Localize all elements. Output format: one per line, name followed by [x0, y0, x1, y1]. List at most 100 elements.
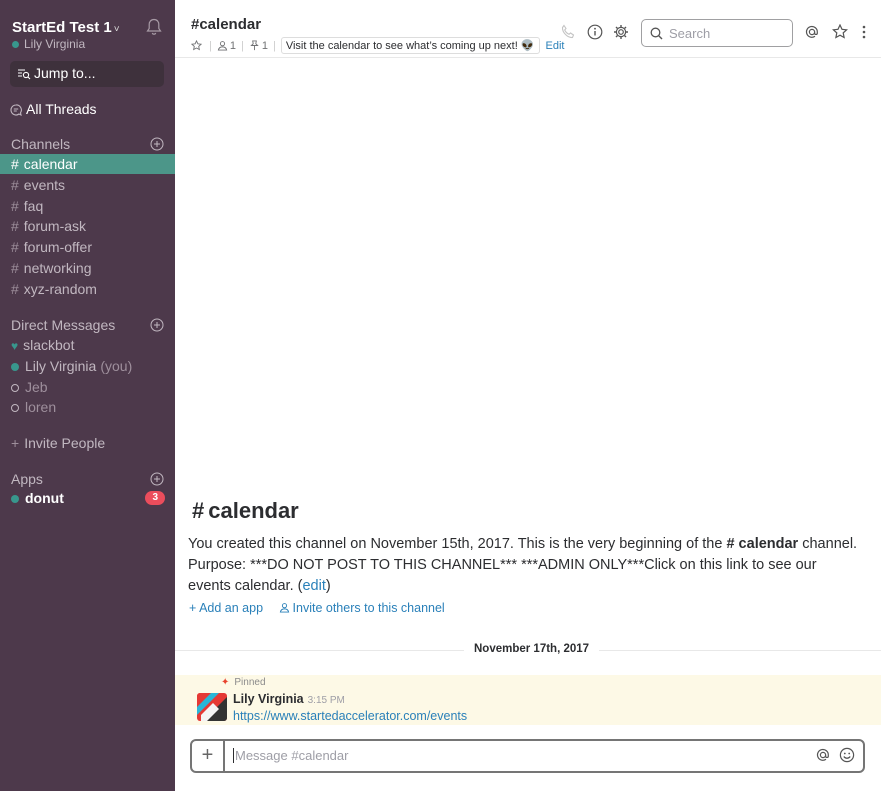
intro-close-paren: ) — [325, 578, 331, 594]
message-link[interactable]: https://www.startedaccelerator.com/event… — [233, 709, 467, 723]
pinned-text: Pinned — [234, 677, 266, 688]
presence-active-icon — [12, 41, 19, 48]
sidebar-item-forum-ask[interactable]: # forum-ask — [0, 216, 175, 236]
presence-away-icon — [11, 404, 19, 412]
direct-messages-header[interactable]: Direct Messages — [11, 317, 115, 333]
search-input[interactable]: Search — [641, 19, 793, 47]
hash-icon: # — [11, 260, 19, 276]
sidebar-item-xyz-random[interactable]: # xyz-random — [0, 279, 175, 299]
edit-purpose-link[interactable]: edit — [302, 578, 325, 594]
channel-name: events — [23, 176, 66, 193]
jump-search-icon — [18, 69, 31, 80]
all-threads-link[interactable]: All Threads — [10, 101, 97, 117]
presence-active-icon — [11, 495, 19, 503]
jump-to-button[interactable]: Jump to... — [10, 61, 164, 87]
sidebar-item-calendar[interactable]: # calendar — [0, 154, 175, 174]
invite-others-link[interactable]: Invite others to this channel — [279, 601, 445, 615]
dm-name: loren — [25, 399, 57, 415]
jump-to-label: Jump to... — [34, 65, 96, 81]
sidebar-item-forum-offer[interactable]: # forum-offer — [0, 237, 175, 257]
app-name: donut — [25, 490, 64, 506]
pinned-count[interactable]: 1 — [262, 40, 268, 52]
channel-name: forum-offer — [23, 239, 93, 256]
members-count[interactable]: 1 — [230, 40, 236, 52]
date-divider: November 17th, 2017 — [464, 643, 600, 655]
sender-name[interactable]: Lily Virginia — [233, 692, 304, 706]
channel-name: calendar — [23, 156, 78, 172]
add-app-label: Add an app — [199, 601, 264, 615]
current-user[interactable]: Lily Virginia — [12, 37, 85, 51]
star-icon[interactable] — [832, 24, 848, 40]
invite-others-label: Invite others to this channel — [292, 601, 445, 615]
message-composer[interactable]: + Message #calendar — [190, 739, 865, 773]
add-channel-icon[interactable] — [150, 137, 164, 151]
add-app-icon[interactable] — [150, 472, 164, 486]
app-item-donut[interactable]: donut 3 — [0, 488, 175, 508]
bell-icon[interactable] — [146, 18, 162, 36]
dm-name: slackbot — [23, 337, 75, 353]
search-icon — [650, 27, 663, 40]
channel-name: networking — [23, 260, 92, 276]
channel-name: xyz-random — [23, 280, 97, 297]
dm-item-slackbot[interactable]: ♥ slackbot — [0, 335, 175, 355]
at-mentions-icon[interactable] — [804, 24, 820, 40]
sidebar-item-faq[interactable]: # faq — [0, 196, 175, 216]
pinned-label: ✦ Pinned — [221, 677, 266, 688]
plus-icon: + — [11, 435, 20, 451]
dm-item-jeb[interactable]: Jeb — [0, 377, 175, 397]
edit-topic-link[interactable]: Edit — [546, 40, 565, 52]
intro-hash: # — [192, 498, 205, 523]
message-row[interactable]: ✦ Pinned Lily Virginia 3:15 PM https://www… — [175, 675, 881, 725]
plus-icon: + — [189, 601, 200, 615]
current-user-name: Lily Virginia — [24, 37, 86, 51]
channel-name: faq — [23, 197, 44, 214]
channel-topic[interactable]: Visit the calendar to see what’s coming … — [280, 37, 540, 54]
dm-item-loren[interactable]: loren — [0, 397, 175, 417]
emoji-icon[interactable] — [839, 747, 855, 763]
gear-icon[interactable] — [613, 24, 629, 40]
hash-icon: # — [11, 176, 19, 193]
sidebar: StartEd Test 1 ˅ Lily Virginia Jump to...… — [0, 0, 175, 791]
attach-button[interactable]: + — [192, 741, 225, 771]
unread-badge: 3 — [145, 491, 165, 505]
add-app-link[interactable]: + Add an app — [189, 601, 263, 615]
add-dm-icon[interactable] — [150, 318, 164, 332]
invite-people-link[interactable]: + Invite People — [0, 433, 175, 453]
hash-icon: # — [11, 239, 19, 256]
presence-active-icon — [11, 363, 19, 371]
more-options-icon[interactable] — [856, 24, 872, 40]
pin-icon[interactable] — [249, 40, 260, 51]
dm-name: Jeb — [25, 379, 48, 395]
channel-title[interactable]: #calendar — [191, 16, 261, 33]
channels-header[interactable]: Channels — [11, 136, 70, 152]
hash-icon: # — [11, 156, 19, 172]
apps-header[interactable]: Apps — [11, 471, 43, 487]
members-icon[interactable] — [217, 40, 228, 51]
threads-icon — [10, 104, 22, 117]
star-small-icon[interactable] — [191, 40, 202, 51]
message-timestamp[interactable]: 3:15 PM — [308, 695, 345, 706]
heart-icon: ♥ — [11, 339, 19, 353]
person-icon — [279, 603, 289, 613]
team-menu[interactable]: StartEd Test 1 ˅ — [12, 19, 120, 36]
intro-channel-mention[interactable]: # calendar — [726, 536, 798, 552]
message-input[interactable]: Message #calendar — [233, 748, 348, 763]
channel-intro-text: You created this channel on November 15t… — [188, 534, 858, 597]
info-icon[interactable] — [587, 24, 603, 40]
avatar[interactable] — [197, 693, 227, 721]
hash-icon: # — [11, 280, 19, 297]
dm-item-self[interactable]: Lily Virginia (you) — [0, 356, 175, 376]
channel-name: forum-ask — [23, 218, 87, 235]
sidebar-item-networking[interactable]: # networking — [0, 258, 175, 278]
team-caret-icon[interactable]: ˅ — [114, 24, 120, 35]
sidebar-item-events[interactable]: # events — [0, 175, 175, 195]
phone-icon[interactable] — [560, 24, 576, 40]
intro-text-before: You created this channel on November 15t… — [188, 536, 727, 552]
pushpin-icon: ✦ — [221, 677, 230, 688]
channel-header: #calendar | 1 | 1 | Visit the calendar t… — [175, 0, 881, 58]
hash-icon: # — [11, 197, 19, 214]
at-icon[interactable] — [815, 747, 831, 763]
channel-intro-title: # calendar — [192, 498, 299, 524]
team-name[interactable]: StartEd Test 1 — [12, 19, 112, 36]
intro-channel-name: calendar — [208, 498, 299, 523]
